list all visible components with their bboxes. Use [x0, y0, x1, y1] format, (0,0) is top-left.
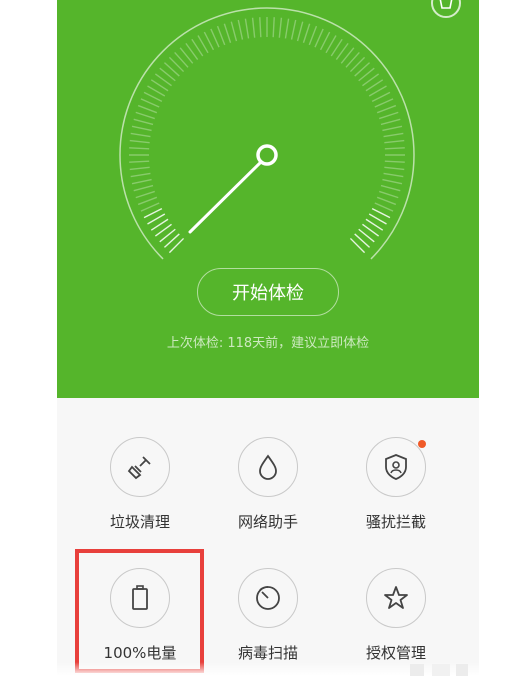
- gauge-tick: [137, 104, 158, 114]
- gauge-tick: [137, 196, 158, 206]
- drop-icon: [259, 454, 277, 480]
- gauge-tick: [210, 28, 220, 48]
- gauge-needle: [188, 159, 264, 234]
- gauge-tick: [376, 196, 397, 206]
- gauge-tick: [216, 25, 226, 46]
- gauge-tick: [272, 17, 275, 38]
- gauge-tick: [290, 19, 297, 40]
- tool-cleanup[interactable]: 垃圾清理: [76, 437, 204, 532]
- gauge-tick: [296, 21, 304, 42]
- gauge-tick: [379, 190, 399, 199]
- gauge-tick: [371, 91, 391, 103]
- star-icon: [384, 586, 408, 609]
- bottom-fade: [0, 662, 532, 682]
- tool-virus-scan[interactable]: 病毒扫描: [204, 568, 332, 663]
- gauge-tick: [237, 19, 244, 40]
- gauge-tick: [374, 202, 394, 212]
- gauge-tick: [135, 111, 155, 120]
- tool-label: 100%电量: [103, 644, 177, 662]
- gauge-tick: [129, 166, 150, 171]
- shield-user-icon: [385, 454, 407, 480]
- gauge-tick: [203, 31, 215, 51]
- gauge-tick: [371, 207, 391, 219]
- gauge-tick: [230, 21, 238, 42]
- gauge-tick: [383, 132, 404, 138]
- gauge-tick: [379, 111, 399, 120]
- gauge-tick: [382, 125, 403, 132]
- tool-label: 垃圾清理: [109, 513, 170, 531]
- gauge-tick: [223, 23, 232, 43]
- gauge-tick: [384, 139, 405, 144]
- hero-panel: 开始体检 上次体检: 118天前，建议立即体检: [57, 0, 479, 398]
- gauge-tick: [135, 190, 155, 199]
- gauge-tick: [382, 178, 403, 185]
- gauge-tick: [143, 91, 163, 103]
- security-app: 开始体检 上次体检: 118天前，建议立即体检 垃圾清理 网络助手 骚扰拦截 1…: [57, 0, 479, 682]
- gauge-tick: [133, 184, 154, 192]
- gauge-tick: [284, 18, 290, 39]
- gauge-tick: [259, 17, 262, 38]
- gauge-tick: [383, 172, 404, 178]
- cleanup-circle: [110, 437, 170, 497]
- gauge-tick: [131, 125, 152, 132]
- gauge-tick: [384, 166, 405, 171]
- gauge-tick: [384, 160, 405, 163]
- gauge-tick: [131, 178, 152, 185]
- gauge-tick: [376, 104, 397, 114]
- tool-network[interactable]: 网络助手: [204, 437, 332, 532]
- tool-battery[interactable]: 100%电量: [76, 568, 204, 663]
- gauge-tick: [314, 28, 324, 48]
- gauge-tick: [143, 207, 163, 219]
- gauge-tick: [130, 132, 151, 138]
- tool-label: 病毒扫描: [237, 644, 298, 662]
- gauge-tick: [244, 18, 250, 39]
- gauge-pivot: [256, 144, 278, 166]
- health-gauge: [119, 7, 415, 260]
- gauge-tick: [251, 17, 256, 38]
- gauge-tick: [278, 17, 283, 38]
- mosaic-block: [410, 664, 424, 676]
- gauge-tick: [140, 98, 160, 108]
- notification-badge: [418, 440, 426, 448]
- last-check-text: 上次体检: 118天前，建议立即体检: [166, 336, 370, 351]
- tool-label: 网络助手: [237, 513, 298, 531]
- gauge-tick: [129, 139, 150, 144]
- network-circle: [238, 437, 298, 497]
- permissions-circle: [366, 568, 426, 628]
- gauge-tick: [133, 118, 154, 126]
- gauge-tick: [384, 147, 405, 150]
- mosaic-block: [456, 664, 468, 676]
- gauge-tick: [374, 98, 394, 108]
- gauge-tick: [380, 184, 401, 192]
- mosaic-block: [432, 664, 450, 676]
- tool-label: 授权管理: [365, 644, 426, 662]
- gauge-tick: [380, 118, 401, 126]
- scan-icon: [256, 586, 280, 610]
- broom-icon: [127, 456, 151, 480]
- start-check-button[interactable]: 开始体检: [197, 268, 339, 316]
- scan-circle: [238, 568, 298, 628]
- tool-label: 骚扰拦截: [365, 513, 426, 531]
- gauge-tick: [130, 172, 151, 178]
- gauge-tick: [319, 31, 331, 51]
- battery-circle: [110, 568, 170, 628]
- gauge-tick: [140, 202, 160, 212]
- gauge-tick: [129, 147, 150, 150]
- battery-icon: [132, 585, 148, 610]
- gauge-tick: [302, 23, 311, 43]
- tool-permissions[interactable]: 授权管理: [332, 568, 460, 663]
- gauge-tick: [308, 25, 318, 46]
- tool-harassment-block[interactable]: 骚扰拦截: [332, 437, 460, 532]
- gauge-tick: [129, 160, 150, 163]
- harassment-circle: [366, 437, 426, 497]
